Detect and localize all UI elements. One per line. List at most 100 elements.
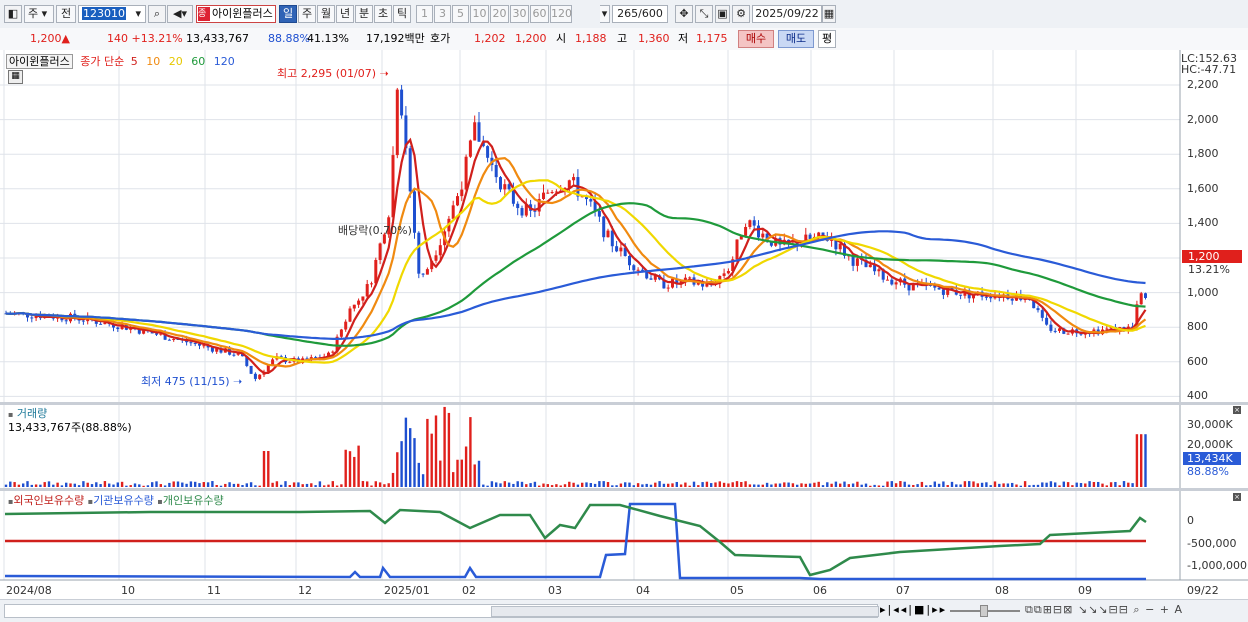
volume-bar — [593, 483, 597, 487]
volume-bar — [791, 483, 795, 487]
x-axis-label-5: 02 — [462, 584, 476, 597]
volume-bar — [391, 472, 395, 487]
volume-bar — [624, 482, 627, 487]
volume-bar — [912, 484, 915, 487]
period-button-0[interactable]: 일 — [279, 5, 297, 23]
volume-bar — [925, 485, 928, 487]
candle-body — [30, 317, 34, 319]
price-tick-1400: 1,400 — [1187, 216, 1219, 230]
period-button-1[interactable]: 주 — [298, 5, 316, 23]
search-icon[interactable]: ⌕ — [148, 5, 166, 23]
stock-tag-icon: 종 — [198, 7, 210, 21]
volume-bar — [658, 481, 661, 487]
scroll-bar-area: ▸|◂◂|■|▸▸ ⧉⧉⊞⊟⊠ ↘↘↘⊟⊟ ⌕ − + A — [0, 599, 1248, 622]
volume-bar — [804, 483, 807, 487]
volume-bar — [1105, 485, 1108, 487]
individual-holding-label[interactable]: 개인보유수량 — [163, 494, 224, 507]
chart-menu-icon[interactable]: ◧ — [4, 5, 22, 23]
volume-bar — [679, 484, 683, 487]
price-panel-legend: 아이윈플러스 종가 단순 5 10 20 60 120 — [6, 53, 235, 69]
zoom-slider-handle[interactable] — [980, 605, 988, 617]
period-button-2[interactable]: 월 — [317, 5, 335, 23]
volume-bar — [43, 482, 46, 487]
price-panel-title[interactable]: 아이윈플러스 — [6, 54, 73, 69]
calendar-icon[interactable]: ▦ — [822, 5, 836, 23]
interval-button-20[interactable]: 20 — [490, 5, 509, 23]
drawing-tools-icon[interactable]: ⧉⧉⊞⊟⊠ ↘↘↘⊟⊟ ⌕ − + A — [1025, 603, 1183, 617]
price-tick-1600: 1,600 — [1187, 181, 1219, 195]
volume-bar — [654, 482, 657, 487]
interval-button-5[interactable]: 5 — [452, 5, 469, 23]
candle-body — [735, 239, 739, 260]
candle-body — [606, 230, 610, 238]
volume-bar — [525, 484, 528, 487]
volume-bar — [1131, 483, 1134, 487]
interval-button-120[interactable]: 120 — [550, 5, 572, 23]
volume-bar — [787, 482, 790, 487]
interval-button-30[interactable]: 30 — [510, 5, 529, 23]
speaker-icon[interactable]: ◀▾ — [167, 5, 193, 23]
eval-button[interactable]: 평 — [818, 30, 836, 48]
volume-bar — [383, 484, 386, 487]
close-volume-icon[interactable]: × — [1233, 406, 1241, 414]
low-annotation: 최저 475 (11/15) ➝ — [141, 375, 243, 388]
interval-button-1[interactable]: 1 — [416, 5, 433, 23]
volume-bar — [146, 485, 150, 487]
volume-bar — [890, 481, 893, 487]
line-tool-icon[interactable]: ⤡ — [695, 5, 713, 23]
prev-button[interactable]: 전 — [56, 5, 76, 23]
ask-buy-price: 1,200 — [515, 32, 547, 45]
candle-body — [1058, 328, 1061, 331]
candle-body — [258, 374, 262, 379]
volume-bar — [13, 482, 16, 487]
institution-holding-label[interactable]: 기관보유수량 — [93, 494, 154, 507]
crosshair-icon[interactable]: ✥ — [675, 5, 693, 23]
volume-bar — [1036, 484, 1040, 487]
x-axis-label-12: 09 — [1078, 584, 1092, 597]
volume-bar — [529, 483, 532, 487]
volume-bar — [985, 482, 988, 487]
dividend-annotation: 배당락(0.70%) — [338, 224, 412, 237]
volume-bar — [976, 483, 979, 487]
volume-bar — [108, 483, 111, 487]
candle-body — [722, 273, 726, 276]
table-toggle-icon[interactable]: ▦ — [8, 70, 23, 84]
candle-body — [520, 208, 524, 216]
volume-bar — [237, 483, 240, 487]
volume-bar — [886, 481, 889, 487]
period-button-3[interactable]: 년 — [336, 5, 354, 23]
count-dropdown-icon[interactable]: ▾ — [600, 5, 610, 23]
interval-button-10[interactable]: 10 — [470, 5, 489, 23]
horizontal-scrollbar[interactable] — [4, 604, 879, 618]
stock-chart[interactable] — [0, 50, 1248, 599]
period-button-4[interactable]: 분 — [355, 5, 373, 23]
close-holding-icon[interactable]: × — [1233, 493, 1241, 501]
stock-name-box[interactable]: 종 아이윈플러스 — [196, 5, 276, 23]
interval-button-3[interactable]: 3 — [434, 5, 451, 23]
volume-bar — [284, 481, 287, 487]
period-button-6[interactable]: 틱 — [393, 5, 411, 23]
save-icon[interactable]: ▣ — [715, 5, 730, 23]
volume-bar — [598, 481, 601, 487]
volume-bar — [47, 481, 51, 487]
period-button-5[interactable]: 초 — [374, 5, 392, 23]
buy-button[interactable]: 매수 — [738, 30, 774, 48]
volume-bar — [224, 483, 227, 487]
gear-icon[interactable]: ⚙ — [732, 5, 750, 23]
sell-button[interactable]: 매도 — [778, 30, 814, 48]
scroll-controls[interactable]: ▸|◂◂|■|▸▸ — [880, 603, 947, 616]
volume-bar — [232, 483, 236, 487]
bar-count-input[interactable]: 265/600 — [612, 5, 668, 23]
volume-bar — [172, 481, 175, 487]
stock-code-input[interactable]: 123010 ▾ — [78, 5, 146, 23]
market-type-select[interactable]: 주 ▾ — [24, 5, 54, 23]
date-input[interactable]: 2025/09/22 — [752, 5, 822, 23]
candle-body — [400, 89, 404, 116]
price-tick-1800: 1,800 — [1187, 147, 1219, 161]
interval-button-60[interactable]: 60 — [530, 5, 549, 23]
scrollbar-thumb[interactable] — [491, 606, 879, 617]
candle-body — [610, 230, 614, 247]
volume-bar — [714, 482, 717, 487]
foreign-holding-label[interactable]: 외국인보유수량 — [13, 494, 84, 507]
volume-bar — [761, 484, 764, 487]
